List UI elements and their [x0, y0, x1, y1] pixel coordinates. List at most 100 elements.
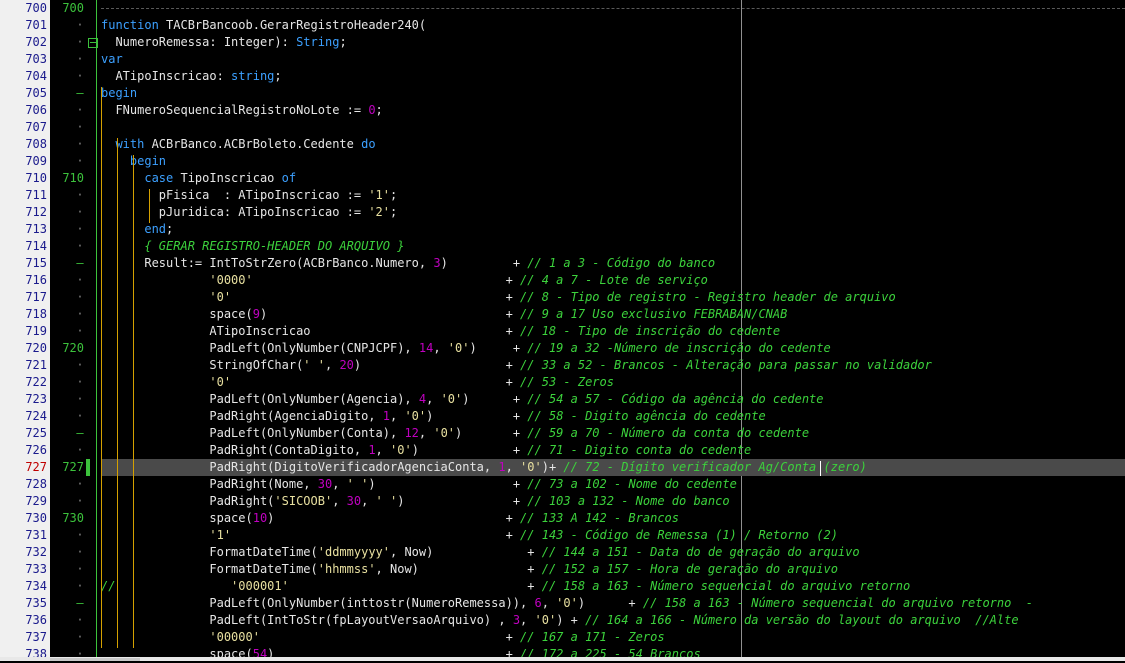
- code-token: '000001': [231, 579, 289, 593]
- code-token: +: [252, 273, 521, 287]
- code-line[interactable]: end;: [101, 221, 173, 238]
- code-line[interactable]: PadLeft(OnlyNumber(inttostr(NumeroRemess…: [101, 595, 1033, 612]
- code-line[interactable]: PadLeft(IntToStr(fpLayoutVersaoArquivo) …: [101, 612, 1018, 629]
- code-line[interactable]: '1' + // 143 - Código de Remessa (1) / R…: [101, 527, 838, 544]
- code-token: // 167 a 171 - Zeros: [520, 630, 665, 644]
- code-line[interactable]: { GERAR REGISTRO-HEADER DO ARQUIVO }: [101, 238, 404, 255]
- code-line[interactable]: space(10) + // 133 A 142 - Brancos: [101, 510, 679, 527]
- line-number: 725: [25, 426, 47, 440]
- code-line[interactable]: begin: [101, 85, 137, 102]
- line-number: 730: [25, 511, 47, 525]
- gutter-marker: ·: [76, 443, 84, 457]
- horizontal-scrollbar[interactable]: [0, 657, 1125, 661]
- code-line[interactable]: '00000' + // 167 a 171 - Zeros: [101, 629, 665, 646]
- code-line[interactable]: PadLeft(OnlyNumber(CNPJCPF), 14, '0') + …: [101, 340, 830, 357]
- code-token: TACBrBancoob.GerarRegistroHeader240(: [166, 18, 427, 32]
- code-line[interactable]: '0000' + // 4 a 7 - Lote de serviço: [101, 272, 708, 289]
- modified-line-marker: [86, 459, 90, 476]
- block-guide-line: [101, 87, 102, 648]
- code-token: ATipoInscricao +: [101, 324, 521, 338]
- code-line[interactable]: FormatDateTime('hhmmss', Now) + // 152 a…: [101, 561, 838, 578]
- code-line[interactable]: PadRight(AgenciaDigito, 1, '0') + // 58 …: [101, 408, 765, 425]
- code-token: function: [101, 18, 167, 32]
- code-line[interactable]: var: [101, 51, 123, 68]
- gutter-marker: ·: [76, 18, 84, 32]
- code-line[interactable]: ATipoInscricao: string;: [101, 68, 281, 85]
- code-editor[interactable]: 700 701 702 703 704 705 706 707 708 709 710 711 712 7…: [0, 0, 1125, 661]
- code-token: '0': [556, 596, 578, 610]
- code-token: ) +: [259, 307, 521, 321]
- code-token: ) +: [353, 358, 521, 372]
- code-line[interactable]: case TipoInscricao of: [101, 170, 296, 187]
- code-area[interactable]: function TACBrBancoob.GerarRegistroHeade…: [101, 0, 1125, 661]
- gutter-marker: ·: [76, 154, 84, 168]
- gutter-marker: ·: [76, 103, 84, 117]
- code-token: PadLeft(OnlyNumber(CNPJCPF),: [101, 341, 419, 355]
- code-token: '0': [433, 426, 456, 440]
- code-token: 30: [317, 477, 333, 491]
- gutter-marker: ·: [76, 290, 84, 304]
- line-number: 716: [25, 273, 47, 287]
- code-line[interactable]: '0' + // 53 - Zeros: [101, 374, 614, 391]
- code-line[interactable]: space(9) + // 9 a 17 Uso exclusivo FEBRA…: [101, 306, 787, 323]
- gutter-marker: ·: [76, 222, 84, 236]
- code-token: ) +: [440, 256, 528, 270]
- code-token: // 18 - Tipo de inscrição do cedente: [520, 324, 781, 338]
- code-token: 'SICOOB': [274, 494, 333, 508]
- code-token: // 73 a 102 - Nome do cedente: [527, 477, 737, 491]
- line-number: 737: [25, 630, 47, 644]
- code-line[interactable]: FNumeroSequencialRegistroNoLote := 0;: [101, 102, 382, 119]
- code-line[interactable]: ATipoInscricao + // 18 - Tipo de inscriç…: [101, 323, 780, 340]
- code-line[interactable]: with ACBrBanco.ACBrBoleto.Cedente do: [101, 136, 375, 153]
- code-token: PadLeft(OnlyNumber(inttostr(NumeroRemess…: [101, 596, 535, 610]
- code-line[interactable]: function TACBrBancoob.GerarRegistroHeade…: [101, 17, 426, 34]
- gutter-marker: ·: [76, 545, 84, 559]
- code-token: ) +: [469, 341, 528, 355]
- code-line[interactable]: PadRight('SICOOB', 30, ' ') + // 103 a 1…: [101, 493, 729, 510]
- code-line[interactable]: '0' + // 8 - Tipo de registro - Registro…: [101, 289, 895, 306]
- line-number: 702: [25, 35, 47, 49]
- gutter-marker: ·: [76, 35, 84, 49]
- gutter-marker: ·: [76, 69, 84, 83]
- code-token: , Now) +: [390, 545, 542, 559]
- line-number-gutter: 700 701 702 703 704 705 706 707 708 709 710 711 712 7…: [0, 0, 51, 661]
- code-token: ) +: [556, 613, 586, 627]
- code-line[interactable]: pFisica : ATipoInscricao := '1';: [101, 187, 397, 204]
- code-line[interactable]: PadRight(ContaDigito, 1, '0') + // 71 - …: [101, 442, 751, 459]
- code-line[interactable]: Result:= IntToStrZero(ACBrBanco.Numero, …: [101, 255, 715, 272]
- gutter-marker: ·: [76, 613, 84, 627]
- code-token: ,: [332, 477, 347, 491]
- code-token: PadRight(DigitoVerificadorAgenciaConta,: [101, 460, 499, 474]
- code-token: +: [231, 290, 521, 304]
- code-token: of: [281, 171, 297, 185]
- line-number: 708: [25, 137, 47, 151]
- code-token: FNumeroSequencialRegistroNoLote :=: [101, 103, 369, 117]
- code-line[interactable]: StringOfChar(' ', 20) + // 33 a 52 - Bra…: [101, 357, 932, 374]
- code-line[interactable]: PadLeft(OnlyNumber(Agencia), 4, '0') + /…: [101, 391, 823, 408]
- code-token: 0: [368, 103, 376, 117]
- code-token: '0': [447, 341, 470, 355]
- code-line[interactable]: PadRight(Nome, 30, ' ') + // 73 a 102 - …: [101, 476, 737, 493]
- code-token: ,: [332, 494, 347, 508]
- code-line[interactable]: PadLeft(OnlyNumber(Conta), 12, '0') + //…: [101, 425, 809, 442]
- code-line[interactable]: pJuridica: ATipoInscricao := '2';: [101, 204, 397, 221]
- current-code-line[interactable]: PadRight(DigitoVerificadorAgenciaConta, …: [101, 459, 1125, 476]
- code-token: // 144 a 151 - Data do de geração do arq…: [541, 545, 860, 559]
- line-number: 700: [25, 1, 47, 15]
- code-line[interactable]: NumeroRemessa: Integer): String;: [101, 34, 347, 51]
- change-marker-gutter: 700 · · · · – · · · · 710 · · · · – · · · · 720 · · · · – · 727 · · 73…: [50, 0, 98, 661]
- code-token: )+: [541, 460, 564, 474]
- fold-guide-line: [96, 0, 97, 661]
- line-number: 710: [25, 171, 47, 185]
- code-token: ;: [339, 35, 347, 49]
- code-token: PadLeft(OnlyNumber(Agencia),: [101, 392, 419, 406]
- code-token: ,: [520, 613, 535, 627]
- code-token: // 152 a 157 - Hora de geração do arquiv…: [541, 562, 838, 576]
- code-line[interactable]: FormatDateTime('ddmmyyyy', Now) + // 144…: [101, 544, 860, 561]
- line-number: 724: [25, 409, 47, 423]
- code-token: 14: [418, 341, 434, 355]
- code-line[interactable]: // '000001' + // 158 a 163 - Número sequ…: [101, 578, 910, 595]
- code-token: 12: [404, 426, 419, 440]
- code-token: ;: [390, 188, 398, 202]
